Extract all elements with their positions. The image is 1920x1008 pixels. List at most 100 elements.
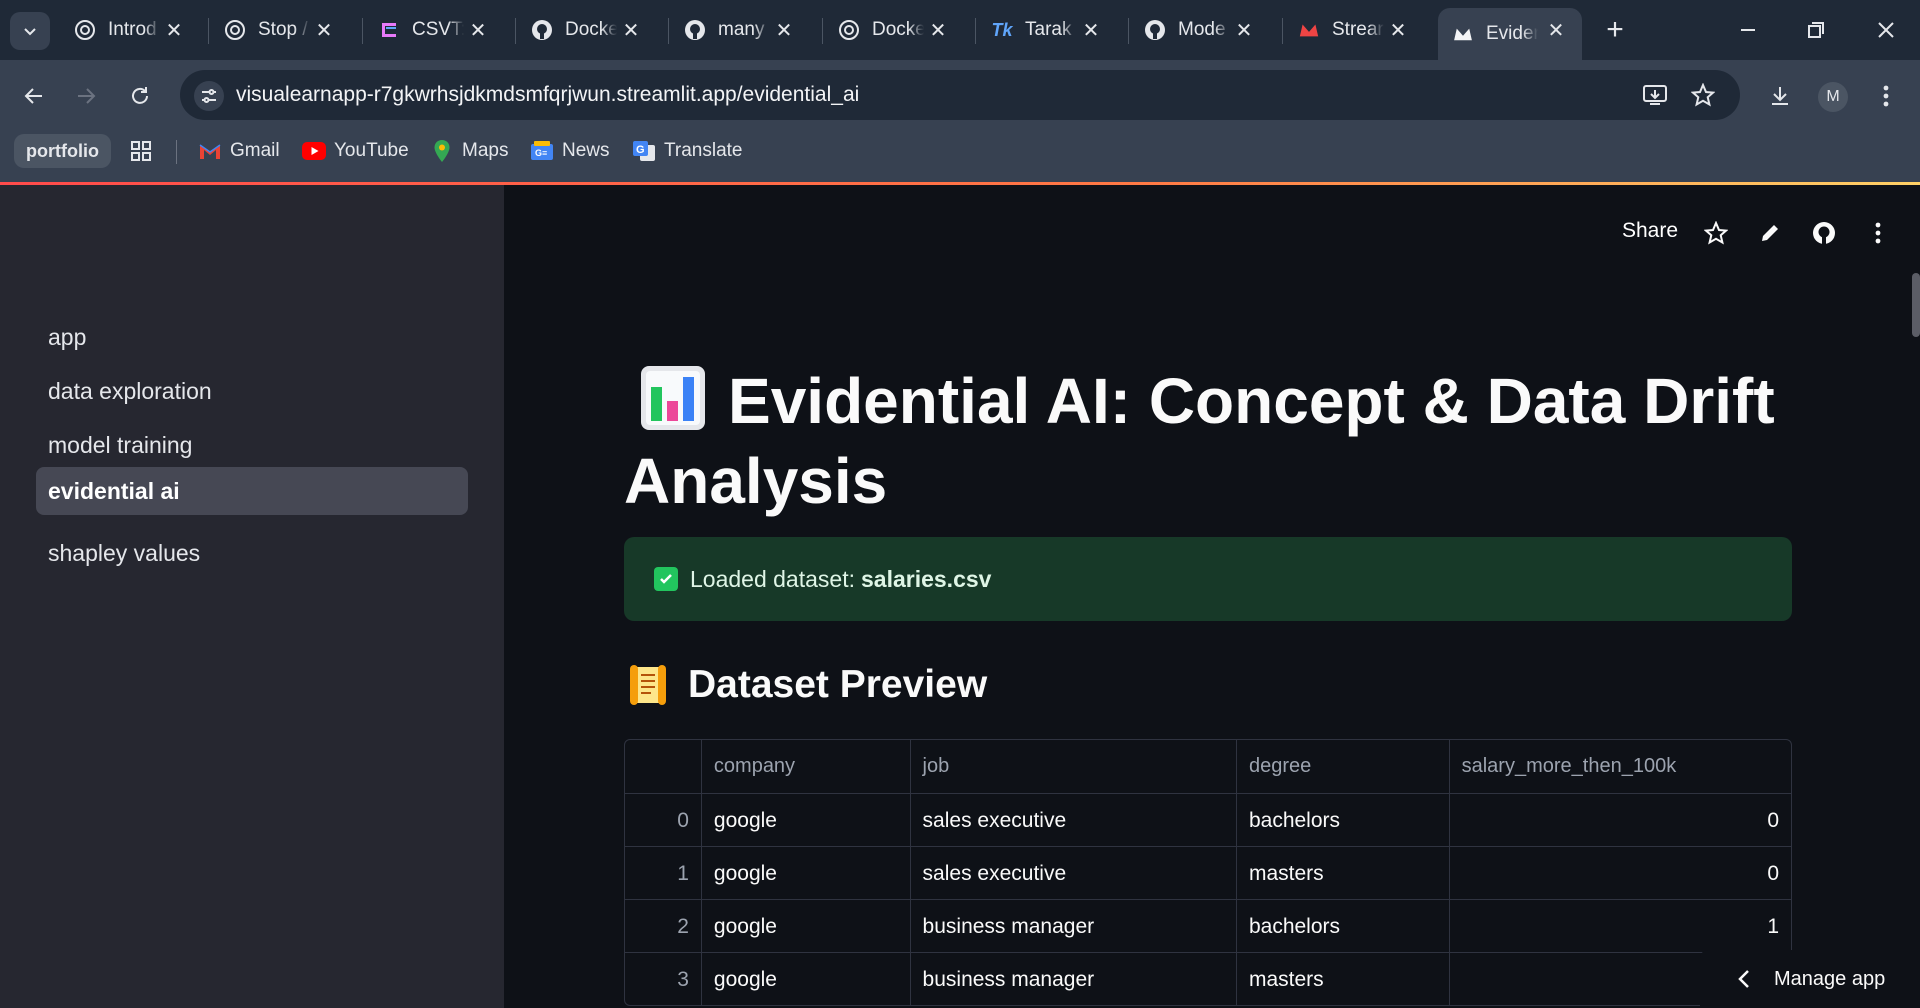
sidebar-item-shapley-values[interactable]: shapley values — [36, 529, 468, 577]
browser-tab-active[interactable]: Evider ✕ — [1438, 8, 1582, 60]
table-cell[interactable]: google — [700, 953, 910, 1005]
tab-separator — [362, 18, 363, 44]
close-icon[interactable]: ✕ — [162, 18, 186, 42]
table-cell[interactable]: sales executive — [909, 847, 1236, 900]
bookmark-label: YouTube — [334, 140, 409, 161]
apps-grid-icon — [131, 141, 151, 161]
github-icon[interactable] — [1810, 219, 1838, 247]
browser-tab[interactable]: Docke ✕ — [824, 8, 964, 52]
close-window-button[interactable] — [1862, 10, 1910, 50]
table-cell[interactable]: bachelors — [1235, 794, 1449, 847]
browser-tab[interactable]: Stop / ✕ — [210, 8, 350, 52]
bookmark-news[interactable]: G≡ News — [530, 134, 610, 168]
openai-icon — [838, 19, 860, 41]
bookmark-maps[interactable]: Maps — [430, 134, 508, 168]
bookmark-portfolio[interactable]: portfolio — [14, 134, 111, 168]
close-icon — [1878, 22, 1894, 38]
browser-tab[interactable]: Tk Tarak ✕ — [977, 8, 1117, 52]
page-title-text: Evidential AI: Concept & Data Drift Anal… — [624, 365, 1775, 517]
column-header[interactable]: degree — [1235, 740, 1449, 793]
column-header[interactable]: salary_more_then_100k — [1448, 740, 1791, 793]
section-heading: Dataset Preview — [628, 663, 987, 707]
column-header[interactable]: job — [909, 740, 1236, 793]
success-filename: salaries.csv — [860, 565, 992, 592]
table-cell[interactable]: 0 — [1448, 847, 1791, 900]
bookmark-translate[interactable]: G Translate — [632, 134, 743, 168]
manage-app-label: Manage app — [1774, 967, 1886, 990]
browser-tab[interactable]: Mode ✕ — [1130, 8, 1270, 52]
table-cell[interactable]: google — [700, 794, 910, 847]
table-cell[interactable]: google — [700, 900, 910, 953]
apps-grid-button[interactable] — [130, 134, 152, 168]
tab-separator — [1128, 18, 1129, 44]
section-heading-text: Dataset Preview — [688, 663, 988, 706]
minimize-button[interactable] — [1724, 10, 1772, 50]
table-cell[interactable]: 1 — [1448, 900, 1791, 953]
sidebar-item-evidential-ai[interactable]: evidential ai — [36, 467, 468, 515]
close-icon[interactable]: ✕ — [1232, 18, 1256, 42]
browser-tab[interactable]: Strear ✕ — [1284, 8, 1424, 52]
tab-label: Docke — [565, 19, 617, 40]
forward-button[interactable] — [66, 76, 106, 116]
browser-menu-button[interactable] — [1866, 76, 1906, 116]
sidebar-item-model-training[interactable]: model training — [36, 421, 468, 469]
close-icon[interactable]: ✕ — [312, 18, 336, 42]
new-tab-button[interactable]: + — [1597, 12, 1633, 48]
chevron-left-icon — [1738, 970, 1749, 988]
table-cell[interactable]: business manager — [909, 953, 1236, 1005]
tab-search-button[interactable] — [10, 12, 50, 50]
column-header[interactable] — [625, 740, 701, 793]
reload-button[interactable] — [120, 76, 160, 116]
browser-tab[interactable]: Docke ✕ — [517, 8, 657, 52]
edit-pencil-icon[interactable] — [1756, 219, 1784, 247]
table-cell[interactable]: bachelors — [1235, 900, 1449, 953]
close-icon[interactable]: ✕ — [1386, 18, 1410, 42]
sidebar-item-data-exploration[interactable]: data exploration — [36, 367, 468, 415]
tarak-icon: Tk — [991, 19, 1013, 40]
close-icon[interactable]: ✕ — [772, 18, 796, 42]
site-info-icon[interactable] — [194, 81, 224, 111]
browser-tab[interactable]: many ✕ — [670, 8, 810, 52]
close-icon[interactable]: ✕ — [926, 18, 950, 42]
column-header[interactable]: company — [700, 740, 910, 793]
row-index: 0 — [677, 808, 689, 832]
table-row: 0 google sales executive bachelors 0 — [625, 793, 1791, 847]
bookmark-gmail[interactable]: Gmail — [198, 134, 280, 168]
install-app-icon[interactable] — [1640, 80, 1670, 110]
browser-tab[interactable]: CSVT: ✕ — [364, 8, 504, 52]
url-text[interactable]: visualearnapp-r7gkwrhsjdkmdsmfqrjwun.str… — [236, 83, 859, 107]
close-icon[interactable]: ✕ — [1544, 18, 1568, 42]
kebab-menu-icon[interactable] — [1864, 219, 1892, 247]
close-icon[interactable]: ✕ — [619, 18, 643, 42]
bookmark-star-icon[interactable] — [1688, 80, 1718, 110]
tab-label: many — [718, 19, 765, 40]
bookmark-youtube[interactable]: YouTube — [302, 134, 409, 168]
manage-app-button[interactable]: Manage app — [1700, 950, 1920, 1008]
avatar[interactable]: M — [1818, 82, 1848, 112]
table-row: 3 google business manager masters — [625, 952, 1791, 1005]
table-cell[interactable]: 0 — [1448, 794, 1791, 847]
table-cell[interactable]: google — [700, 847, 910, 900]
address-bar[interactable]: visualearnapp-r7gkwrhsjdkmdsmfqrjwun.str… — [180, 70, 1740, 120]
sidebar: app data exploration model training evid… — [0, 185, 504, 1008]
scrollbar[interactable] — [1912, 273, 1920, 337]
browser-tab[interactable]: Introd ✕ — [60, 8, 200, 52]
table-cell[interactable]: business manager — [909, 900, 1236, 953]
table-cell[interactable]: masters — [1235, 953, 1449, 1005]
close-icon[interactable]: ✕ — [466, 18, 490, 42]
sidebar-item-app[interactable]: app — [36, 313, 468, 361]
close-icon[interactable]: ✕ — [1079, 18, 1103, 42]
tab-label: Mode — [1178, 19, 1226, 40]
table-cell[interactable]: masters — [1235, 847, 1449, 900]
downloads-button[interactable] — [1760, 76, 1800, 116]
star-icon[interactable] — [1702, 219, 1730, 247]
openai-icon — [74, 19, 96, 41]
table-cell[interactable]: sales executive — [909, 794, 1236, 847]
chevron-down-icon — [24, 28, 36, 36]
bookmark-label: Maps — [462, 140, 509, 161]
page-title: Evidential AI: Concept & Data Drift Anal… — [624, 361, 1804, 521]
data-table[interactable]: company job degree salary_more_then_100k… — [624, 739, 1792, 1006]
restore-button[interactable] — [1792, 10, 1840, 50]
share-button[interactable]: Share — [1622, 219, 1678, 243]
back-button[interactable] — [14, 76, 54, 116]
